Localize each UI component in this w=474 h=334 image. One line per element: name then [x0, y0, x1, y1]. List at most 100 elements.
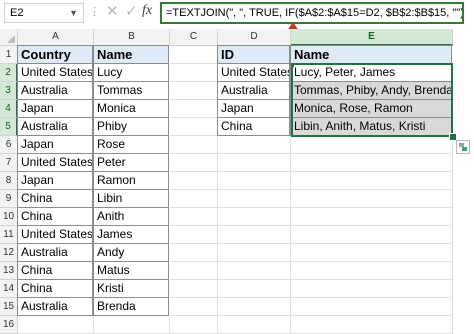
cell-d1[interactable]: ID: [217, 45, 290, 64]
cell-a11[interactable]: United States: [17, 225, 93, 244]
cell-a3[interactable]: Australia: [17, 81, 93, 100]
cell-b6[interactable]: Rose: [93, 135, 169, 154]
cell-d13[interactable]: [218, 262, 291, 280]
row-header-3[interactable]: 3: [0, 82, 18, 100]
cell-d10[interactable]: [218, 208, 291, 226]
cell-b9[interactable]: Libin: [93, 189, 169, 208]
cell-b1[interactable]: Name: [93, 45, 169, 64]
cell-d16[interactable]: [218, 316, 291, 334]
column-header-b[interactable]: B: [94, 29, 170, 46]
cell-e14[interactable]: [291, 280, 453, 298]
cell-e11[interactable]: [291, 226, 453, 244]
cell-c15[interactable]: [170, 298, 218, 316]
row-header-14[interactable]: 14: [0, 280, 18, 298]
cell-b2[interactable]: Lucy: [93, 63, 169, 82]
cell-a8[interactable]: Japan: [17, 171, 93, 190]
cell-c13[interactable]: [170, 262, 218, 280]
cell-a7[interactable]: United States: [17, 153, 93, 172]
cell-b4[interactable]: Monica: [93, 99, 169, 118]
cell-a2[interactable]: United States: [17, 63, 93, 82]
cell-a9[interactable]: China: [17, 189, 93, 208]
cell-c8[interactable]: [170, 172, 218, 190]
cell-b12[interactable]: Andy: [93, 243, 169, 262]
cell-d5[interactable]: China: [217, 117, 290, 136]
row-header-7[interactable]: 7: [0, 154, 18, 172]
row-header-11[interactable]: 11: [0, 226, 18, 244]
row-header-1[interactable]: 1: [0, 46, 18, 64]
column-header-a[interactable]: A: [18, 29, 94, 46]
cell-e4[interactable]: Monica, Rose, Ramon: [290, 99, 452, 118]
cell-d2[interactable]: United States: [217, 63, 290, 82]
cell-e2[interactable]: Lucy, Peter, James: [290, 63, 452, 82]
formula-input[interactable]: =TEXTJOIN(", ", TRUE, IF($A$2:$A$15=D2, …: [160, 2, 464, 24]
cell-e16[interactable]: [291, 316, 453, 334]
cell-a4[interactable]: Japan: [17, 99, 93, 118]
cell-d11[interactable]: [218, 226, 291, 244]
cell-d6[interactable]: [218, 136, 291, 154]
fx-icon[interactable]: fx: [142, 3, 152, 19]
cell-e12[interactable]: [291, 244, 453, 262]
cell-e6[interactable]: [291, 136, 453, 154]
cell-a1[interactable]: Country: [17, 45, 93, 64]
cell-c5[interactable]: [170, 118, 218, 136]
cell-d7[interactable]: [218, 154, 291, 172]
cell-e15[interactable]: [291, 298, 453, 316]
cell-a14[interactable]: China: [17, 279, 93, 298]
column-header-c[interactable]: C: [170, 29, 218, 46]
row-header-4[interactable]: 4: [0, 100, 18, 118]
cell-c3[interactable]: [170, 82, 218, 100]
cell-b7[interactable]: Peter: [93, 153, 169, 172]
row-header-2[interactable]: 2: [0, 64, 18, 82]
cell-c14[interactable]: [170, 280, 218, 298]
cell-a12[interactable]: Australia: [17, 243, 93, 262]
enter-icon[interactable]: ✓: [125, 2, 138, 20]
row-header-16[interactable]: 16: [0, 316, 18, 334]
cell-e10[interactable]: [291, 208, 453, 226]
cell-c12[interactable]: [170, 244, 218, 262]
row-header-9[interactable]: 9: [0, 190, 18, 208]
cell-c16[interactable]: [170, 316, 218, 334]
cell-d8[interactable]: [218, 172, 291, 190]
cell-c1[interactable]: [170, 46, 218, 64]
cell-e1[interactable]: Name: [290, 45, 452, 64]
cell-d15[interactable]: [218, 298, 291, 316]
cell-e8[interactable]: [291, 172, 453, 190]
cell-b16[interactable]: [94, 316, 170, 334]
cell-b14[interactable]: Kristi: [93, 279, 169, 298]
cell-e7[interactable]: [291, 154, 453, 172]
cell-d14[interactable]: [218, 280, 291, 298]
cell-c4[interactable]: [170, 100, 218, 118]
cell-b10[interactable]: Anith: [93, 207, 169, 226]
quick-analysis-icon[interactable]: [456, 140, 470, 154]
cell-a15[interactable]: Australia: [17, 297, 93, 316]
cell-c6[interactable]: [170, 136, 218, 154]
row-header-15[interactable]: 15: [0, 298, 18, 316]
cell-c7[interactable]: [170, 154, 218, 172]
cell-b5[interactable]: Phiby: [93, 117, 169, 136]
column-header-d[interactable]: D: [218, 29, 291, 46]
cell-a16[interactable]: [18, 316, 94, 334]
name-box[interactable]: E2 ▼: [4, 3, 84, 23]
row-header-13[interactable]: 13: [0, 262, 18, 280]
cell-d4[interactable]: Japan: [217, 99, 290, 118]
drag-handle-icon[interactable]: ⋮: [89, 5, 100, 18]
select-all-button[interactable]: [0, 29, 18, 46]
cell-a10[interactable]: China: [17, 207, 93, 226]
cell-e9[interactable]: [291, 190, 453, 208]
cell-c2[interactable]: [170, 64, 218, 82]
cell-b11[interactable]: James: [93, 225, 169, 244]
cell-c9[interactable]: [170, 190, 218, 208]
cell-c10[interactable]: [170, 208, 218, 226]
chevron-down-icon[interactable]: ▼: [69, 4, 78, 22]
cell-a13[interactable]: China: [17, 261, 93, 280]
cell-e5[interactable]: Libin, Anith, Matus, Kristi: [290, 117, 452, 136]
cell-d9[interactable]: [218, 190, 291, 208]
cell-a5[interactable]: Australia: [17, 117, 93, 136]
row-header-8[interactable]: 8: [0, 172, 18, 190]
cell-a6[interactable]: Japan: [17, 135, 93, 154]
cell-e3[interactable]: Tommas, Phiby, Andy, Brenda: [290, 81, 452, 100]
cell-c11[interactable]: [170, 226, 218, 244]
row-header-6[interactable]: 6: [0, 136, 18, 154]
cell-b15[interactable]: Brenda: [93, 297, 169, 316]
cancel-icon[interactable]: ✕: [106, 2, 119, 20]
